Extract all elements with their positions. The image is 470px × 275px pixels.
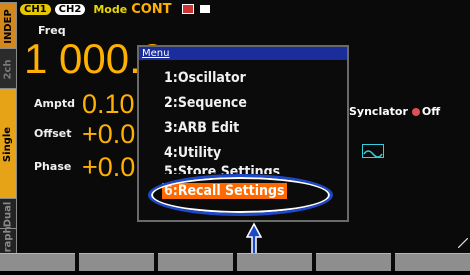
menu-item-label: Sequence xyxy=(177,95,247,111)
tab-2ch[interactable]: 2ch xyxy=(0,48,17,90)
function-key-3[interactable] xyxy=(158,253,233,271)
menu-title: Menu xyxy=(139,47,347,60)
synclator-label: Synclator xyxy=(349,105,408,118)
menu-item-number: 4: xyxy=(164,145,178,161)
amptd-value[interactable]: 0.10 xyxy=(82,90,135,118)
menu-item-label: Oscillator xyxy=(177,70,246,86)
offset-value[interactable]: +0.0 xyxy=(82,120,135,148)
ch1-button[interactable]: CH1 xyxy=(20,3,51,15)
menu-item-label: Utility xyxy=(177,145,222,161)
sine-wave-icon[interactable] xyxy=(362,144,384,158)
menu-item-number: 2: xyxy=(164,95,178,111)
tab-dual[interactable]: Dual xyxy=(0,198,17,230)
tab-indep-label: INDEP xyxy=(2,8,14,44)
function-key-6[interactable] xyxy=(395,253,470,271)
tab-single[interactable]: Single xyxy=(0,88,17,200)
mode-label: Mode xyxy=(93,2,128,16)
menu-item-label: Store Settings xyxy=(177,164,281,174)
corner-marker-icon xyxy=(457,237,469,251)
function-key-bar xyxy=(0,253,470,271)
function-key-1[interactable] xyxy=(0,253,75,271)
function-key-5[interactable] xyxy=(316,253,391,271)
function-key-2[interactable] xyxy=(79,253,154,271)
tab-indep[interactable]: INDEP xyxy=(0,2,17,50)
menu-item-number: 3: xyxy=(164,120,178,136)
status-icon-secondary xyxy=(199,5,210,13)
tab-dual-label: Dual xyxy=(2,201,14,227)
function-key-4[interactable] xyxy=(237,253,312,271)
phase-value[interactable]: +0.0 xyxy=(82,153,135,181)
ch2-button[interactable]: CH2 xyxy=(54,3,86,15)
menu-item-arb-edit[interactable]: 3:ARB Edit xyxy=(164,120,239,136)
menu-item-label: ARB Edit xyxy=(177,120,240,136)
menu-item-sequence[interactable]: 2:Sequence xyxy=(164,95,247,111)
mode-value[interactable]: CONT xyxy=(131,2,171,17)
highlight-ring xyxy=(148,174,333,216)
menu-item-store-settings[interactable]: 5:Store Settings xyxy=(164,164,280,174)
generator-screen: INDEP 2ch Single Dual Graph CH1 CH2 Mode… xyxy=(0,0,470,271)
synclator-field[interactable]: Synclator Off xyxy=(349,105,440,118)
top-bar: CH1 CH2 Mode CONT xyxy=(20,2,210,17)
offset-label: Offset xyxy=(34,127,72,140)
menu-item-oscillator[interactable]: 1:Oscillator xyxy=(164,70,246,86)
synclator-indicator-icon xyxy=(411,108,420,116)
menu-item-utility[interactable]: 4:Utility xyxy=(164,145,221,161)
amptd-label: Amptd xyxy=(34,97,75,110)
tab-single-label: Single xyxy=(2,126,14,162)
tab-2ch-label: 2ch xyxy=(2,58,14,80)
status-icon xyxy=(181,4,194,14)
menu-item-number: 1: xyxy=(164,70,178,86)
menu-item-number: 5: xyxy=(164,164,178,174)
synclator-value: Off xyxy=(421,105,441,118)
phase-label: Phase xyxy=(34,160,72,173)
